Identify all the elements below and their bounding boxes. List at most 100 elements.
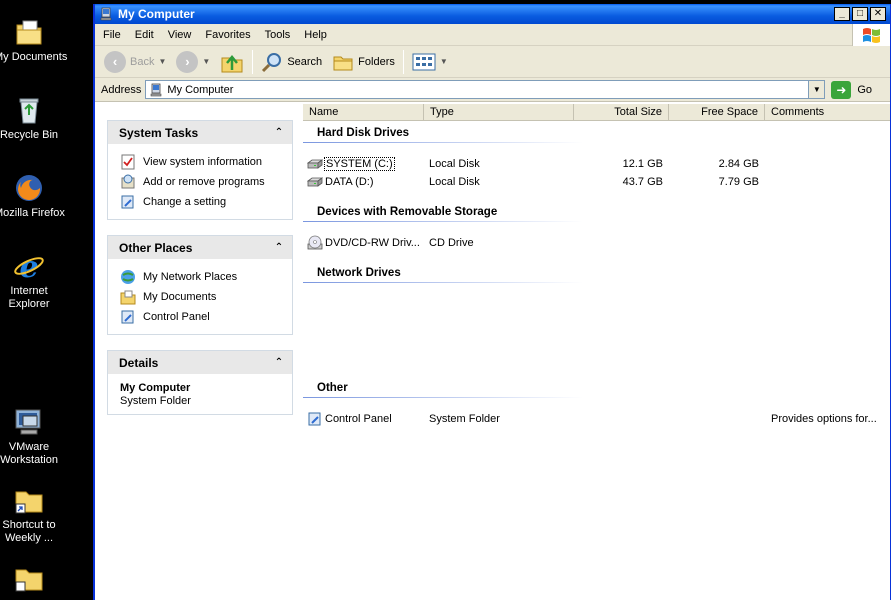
group-divider <box>303 142 583 143</box>
task-view-system-info[interactable]: View system information <box>120 152 292 172</box>
task-pane: System Tasks ⌃ View system information A… <box>95 104 303 600</box>
control-panel-icon <box>308 412 321 425</box>
column-header-total-size[interactable]: Total Size <box>574 104 669 120</box>
folders-icon <box>333 56 353 70</box>
details-panel: Details ⌃ My Computer System Folder <box>107 350 293 415</box>
address-dropdown-button[interactable]: ▼ <box>808 81 825 98</box>
add-remove-programs-icon <box>120 174 136 190</box>
task-label: Add or remove programs <box>143 176 265 188</box>
item-row-control-panel[interactable]: Control Panel System Folder Provides opt… <box>307 410 887 427</box>
folder-up-icon <box>221 54 243 72</box>
drive-type: Local Disk <box>429 157 480 170</box>
system-tasks-header[interactable]: System Tasks ⌃ <box>108 121 292 144</box>
drive-type: CD Drive <box>429 236 474 249</box>
firefox-icon <box>13 172 45 204</box>
recycle-bin-icon <box>13 94 45 126</box>
collapse-icon[interactable]: ⌃ <box>272 355 286 369</box>
internet-explorer-icon: e <box>13 250 45 282</box>
control-panel-icon <box>120 194 136 210</box>
address-field[interactable]: My Computer ▼ <box>145 80 826 99</box>
system-info-icon <box>120 154 136 170</box>
desktop-icon-folder[interactable] <box>0 562 64 597</box>
column-header-type[interactable]: Type <box>424 104 574 120</box>
drive-type: Local Disk <box>429 175 480 188</box>
menu-view[interactable]: View <box>161 29 199 41</box>
column-header-comments[interactable]: Comments <box>765 104 884 120</box>
group-divider <box>303 221 583 222</box>
toolbar-separator <box>252 49 254 74</box>
drive-row-dvd[interactable]: DVD/CD-RW Driv... CD Drive <box>307 234 887 251</box>
menu-tools[interactable]: Tools <box>258 29 298 41</box>
back-label: Back <box>130 55 155 68</box>
maximize-button[interactable]: □ <box>852 7 868 21</box>
drive-row-system[interactable]: SYSTEM (C:) Local Disk 12.1 GB 2.84 GB <box>307 155 887 172</box>
desktop-icon-internet-explorer[interactable]: e Internet Explorer <box>0 250 64 311</box>
task-label: View system information <box>143 156 263 168</box>
menu-favorites[interactable]: Favorites <box>198 29 257 41</box>
chevron-down-icon: ▼ <box>202 57 211 66</box>
my-documents-icon <box>13 16 45 48</box>
column-header-name[interactable]: Name <box>303 104 424 120</box>
go-arrow-icon: ➜ <box>831 80 852 99</box>
search-button[interactable]: Search <box>256 49 327 75</box>
desktop-icon-vmware[interactable]: VMware Workstation <box>0 406 64 467</box>
place-label: My Documents <box>143 291 217 303</box>
menu-file[interactable]: File <box>95 29 128 41</box>
task-change-setting[interactable]: Change a setting <box>120 192 292 212</box>
up-button[interactable] <box>215 49 249 75</box>
panel-title: Other Places <box>119 240 193 255</box>
item-name: Control Panel <box>325 412 392 425</box>
place-label: Control Panel <box>143 311 210 323</box>
desktop-icon-label: Weekly ... <box>4 532 54 544</box>
drive-total-size: 43.7 GB <box>622 175 663 188</box>
go-label: Go <box>857 83 873 96</box>
place-my-network-places[interactable]: My Network Places <box>120 267 292 287</box>
drive-free-space: 7.79 GB <box>718 175 759 188</box>
hard-disk-icon <box>307 158 323 169</box>
collapse-icon[interactable]: ⌃ <box>272 125 286 139</box>
folders-button[interactable]: Folders <box>327 49 400 75</box>
close-button[interactable]: ✕ <box>870 7 886 21</box>
window-body: System Tasks ⌃ View system information A… <box>95 104 890 600</box>
panel-title: Details <box>119 355 159 370</box>
desktop-icon-label: Recycle Bin <box>0 129 59 141</box>
menu-edit[interactable]: Edit <box>128 29 161 41</box>
toolbar-separator <box>402 49 404 74</box>
my-computer-window: My Computer _ □ ✕ File Edit View Favorit… <box>93 4 891 600</box>
desktop-icon-label: Shortcut to <box>2 519 56 531</box>
group-removable-storage: Devices with Removable Storage <box>317 206 498 218</box>
menu-help[interactable]: Help <box>297 29 334 41</box>
window-title: My Computer <box>118 7 195 21</box>
desktop-icon-label: Workstation <box>0 454 58 466</box>
collapse-icon[interactable]: ⌃ <box>272 240 286 254</box>
desktop-icon-firefox[interactable]: Mozilla Firefox <box>0 172 65 220</box>
back-button[interactable]: ‹ Back ▼ <box>99 49 171 75</box>
place-my-documents[interactable]: My Documents <box>120 287 292 307</box>
desktop-icon-shortcut-weekly[interactable]: Shortcut to Weekly ... <box>0 484 64 545</box>
minimize-button[interactable]: _ <box>834 7 850 21</box>
task-add-remove-programs[interactable]: Add or remove programs <box>120 172 292 192</box>
views-icon <box>412 53 436 70</box>
group-other: Other <box>317 382 348 394</box>
title-bar[interactable]: My Computer _ □ ✕ <box>95 4 890 24</box>
place-label: My Network Places <box>143 271 238 283</box>
desktop-icon-my-documents[interactable]: My Documents <box>0 16 67 64</box>
column-header-free-space[interactable]: Free Space <box>669 104 765 120</box>
views-button[interactable]: ▼ <box>407 49 453 75</box>
control-panel-icon <box>120 309 136 325</box>
other-places-header[interactable]: Other Places ⌃ <box>108 236 292 259</box>
standard-toolbar: ‹ Back ▼ › ▼ Search Folders ▼ <box>95 46 890 78</box>
group-hard-disk-drives: Hard Disk Drives <box>317 127 410 139</box>
desktop-icon-recycle-bin[interactable]: Recycle Bin <box>0 94 64 142</box>
place-control-panel[interactable]: Control Panel <box>120 307 292 327</box>
details-header[interactable]: Details ⌃ <box>108 351 292 374</box>
desktop-icon-label: Mozilla Firefox <box>0 207 65 219</box>
go-button[interactable]: ➜ Go <box>831 80 873 99</box>
desktop-icon-label: Internet <box>10 285 48 297</box>
forward-button[interactable]: › ▼ <box>171 49 215 75</box>
file-list: Name Type Total Size Free Space Comments… <box>303 104 890 600</box>
forward-arrow-icon: › <box>176 50 199 73</box>
group-network-drives: Network Drives <box>317 267 401 279</box>
drive-row-data[interactable]: DATA (D:) Local Disk 43.7 GB 7.79 GB <box>307 173 887 190</box>
address-bar: Address My Computer ▼ ➜ Go <box>95 78 890 102</box>
